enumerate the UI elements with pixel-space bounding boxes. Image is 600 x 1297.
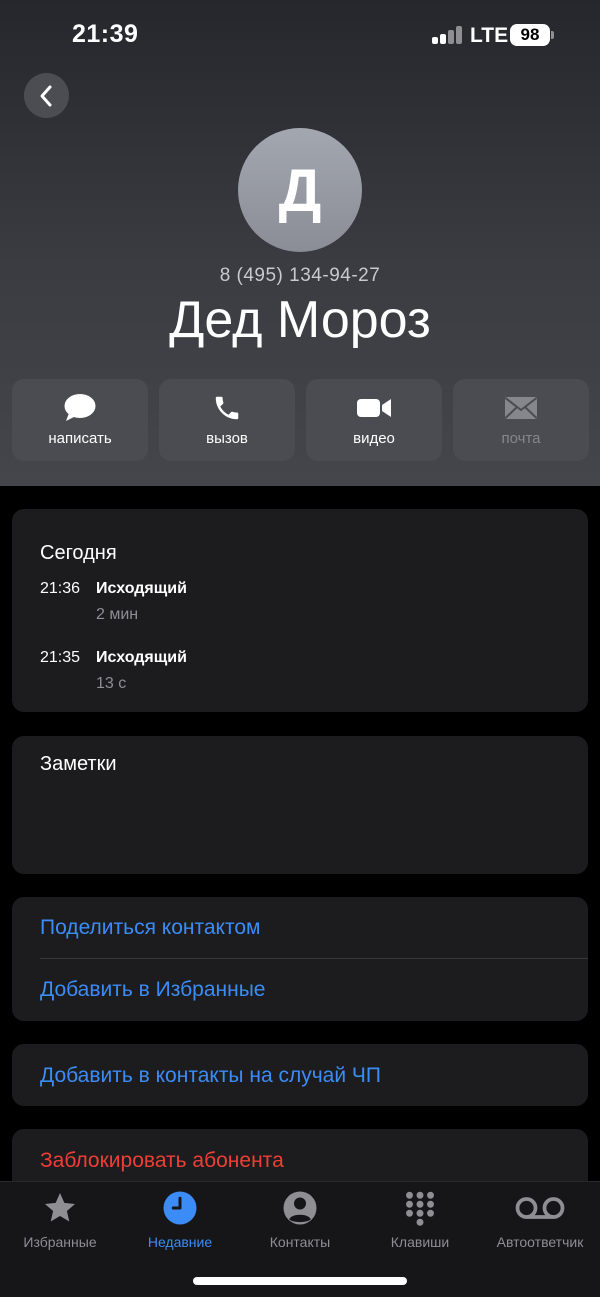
status-time: 21:39 <box>72 20 139 48</box>
battery-icon: 98 <box>510 24 550 46</box>
tab-label: Недавние <box>147 1234 213 1250</box>
add-to-favorites-button[interactable]: Добавить в Избранные <box>40 978 265 1002</box>
call-button[interactable]: вызов <box>159 379 295 461</box>
tab-keypad[interactable]: Клавиши <box>360 1190 480 1250</box>
home-indicator <box>193 1277 407 1285</box>
add-emergency-contact-button[interactable]: Добавить в контакты на случай ЧП <box>40 1064 381 1088</box>
contact-header: 21:39 LTE 98 Д 8 (495) 134-94-27 Дед Мор… <box>0 0 600 486</box>
person-icon <box>283 1191 317 1225</box>
call-type: Исходящий <box>96 580 187 597</box>
tab-favorites[interactable]: Избранные <box>0 1190 120 1250</box>
mail-button[interactable]: почта <box>453 379 589 461</box>
avatar[interactable]: Д <box>238 128 362 252</box>
avatar-letter: Д <box>278 156 322 224</box>
call-label: вызов <box>206 430 248 447</box>
recent-calls-card: Сегодня 21:36 Исходящий 2 мин 21:35 Исхо… <box>12 509 588 712</box>
call-duration: 13 с <box>96 675 127 692</box>
tab-contacts[interactable]: Контакты <box>240 1190 360 1250</box>
action-buttons: написать вызов видео почта <box>12 379 589 461</box>
mail-icon <box>504 397 538 419</box>
tab-recents[interactable]: Недавние <box>120 1190 240 1250</box>
mail-label: почта <box>501 430 541 447</box>
call-type: Исходящий <box>96 649 187 666</box>
battery-tip <box>551 31 554 39</box>
tab-label: Автоответчик <box>496 1234 584 1250</box>
phone-icon <box>215 396 239 420</box>
tab-label: Контакты <box>269 1234 331 1250</box>
video-label: видео <box>353 430 395 447</box>
clock-icon <box>163 1191 197 1225</box>
message-label: написать <box>48 430 112 447</box>
recents-title: Сегодня <box>40 542 117 564</box>
call-time: 21:36 <box>40 580 81 597</box>
video-button[interactable]: видео <box>306 379 442 461</box>
share-options-card: Поделиться контактом Добавить в Избранны… <box>12 897 588 1021</box>
separator <box>40 958 588 959</box>
back-button[interactable] <box>24 73 69 118</box>
video-icon <box>357 399 391 417</box>
call-duration: 2 мин <box>96 606 139 623</box>
call-time: 21:35 <box>40 649 81 666</box>
contact-phone: 8 (495) 134-94-27 <box>219 265 381 286</box>
block-caller-button[interactable]: Заблокировать абонента <box>40 1149 284 1173</box>
notes-card[interactable]: Заметки <box>12 736 588 874</box>
contact-name: Дед Мороз <box>169 291 431 349</box>
notes-title: Заметки <box>40 753 117 775</box>
emergency-card: Добавить в контакты на случай ЧП <box>12 1044 588 1106</box>
message-button[interactable]: написать <box>12 379 148 461</box>
tab-voicemail[interactable]: Автоответчик <box>480 1190 600 1250</box>
cellular-signal-icon <box>432 26 464 44</box>
tab-label: Клавиши <box>390 1234 450 1250</box>
keypad-icon <box>406 1191 434 1226</box>
message-icon <box>64 394 96 421</box>
voicemail-icon <box>515 1197 565 1219</box>
status-bar: 21:39 LTE 98 <box>0 0 600 72</box>
network-type: LTE <box>470 24 509 47</box>
share-contact-button[interactable]: Поделиться контактом <box>40 916 260 940</box>
star-icon <box>45 1193 75 1222</box>
tab-label: Избранные <box>23 1234 97 1250</box>
chevron-left-icon <box>40 85 51 106</box>
